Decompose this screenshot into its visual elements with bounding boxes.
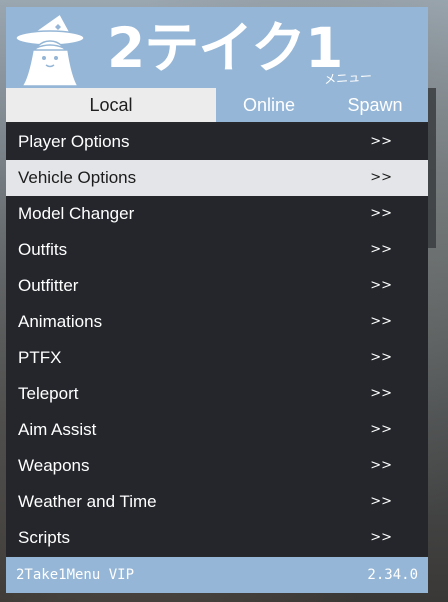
menu-item-ptfx[interactable]: PTFX >> (6, 340, 428, 376)
menu-item-label: Scripts (18, 528, 70, 547)
submenu-arrow-icon: >> (370, 422, 392, 437)
menu-item-label: Aim Assist (18, 420, 97, 439)
menu-item-label: Teleport (18, 384, 79, 403)
mod-menu: 2テイク1 メニュー Local Online Spawn Player Opt… (6, 7, 428, 593)
scroll-edge (428, 88, 436, 248)
tab-bar: Local Online Spawn (6, 88, 428, 122)
tab-spawn[interactable]: Spawn (322, 88, 428, 122)
menu-item-outfits[interactable]: Outfits >> (6, 232, 428, 268)
menu-item-label: Weapons (18, 456, 90, 475)
menu-item-player-options[interactable]: Player Options >> (6, 124, 428, 160)
menu-footer: 2Take1Menu VIP 2.34.0 (6, 557, 428, 593)
menu-item-label: Outfitter (18, 276, 79, 295)
submenu-arrow-icon: >> (370, 530, 392, 545)
submenu-arrow-icon: >> (370, 350, 392, 365)
footer-version: 2.34.0 (367, 567, 418, 583)
submenu-arrow-icon: >> (370, 458, 392, 473)
submenu-arrow-icon: >> (370, 314, 392, 329)
menu-item-label: Model Changer (18, 204, 135, 223)
menu-item-animations[interactable]: Animations >> (6, 304, 428, 340)
brand-subtitle: メニュー (323, 69, 373, 87)
submenu-arrow-icon: >> (370, 242, 392, 257)
menu-item-weather-and-time[interactable]: Weather and Time >> (6, 484, 428, 520)
brand-title: 2テイク1 (107, 16, 343, 80)
submenu-arrow-icon: >> (370, 170, 392, 185)
menu-item-label: Outfits (18, 240, 68, 259)
menu-item-vehicle-options[interactable]: Vehicle Options >> (6, 160, 428, 196)
menu-item-scripts[interactable]: Scripts >> (6, 520, 428, 556)
menu-item-weapons[interactable]: Weapons >> (6, 448, 428, 484)
submenu-arrow-icon: >> (370, 206, 392, 221)
submenu-arrow-icon: >> (370, 134, 392, 149)
menu-item-label: PTFX (18, 348, 62, 367)
tab-local[interactable]: Local (6, 88, 216, 122)
menu-item-label: Vehicle Options (18, 168, 137, 187)
mascot-logo-icon (15, 12, 85, 87)
menu-item-outfitter[interactable]: Outfitter >> (6, 268, 428, 304)
submenu-arrow-icon: >> (370, 386, 392, 401)
menu-item-label: Player Options (18, 132, 130, 151)
menu-item-teleport[interactable]: Teleport >> (6, 376, 428, 412)
tab-online[interactable]: Online (216, 88, 322, 122)
footer-menu-name: 2Take1Menu VIP (16, 567, 135, 583)
menu-item-aim-assist[interactable]: Aim Assist >> (6, 412, 428, 448)
menu-item-label: Weather and Time (18, 492, 157, 511)
submenu-arrow-icon: >> (370, 278, 392, 293)
submenu-arrow-icon: >> (370, 494, 392, 509)
menu-item-model-changer[interactable]: Model Changer >> (6, 196, 428, 232)
menu-header: 2テイク1 メニュー (6, 7, 428, 88)
menu-item-label: Animations (18, 312, 103, 331)
menu-item-list: Player Options >> Vehicle Options >> Mod… (6, 124, 428, 556)
